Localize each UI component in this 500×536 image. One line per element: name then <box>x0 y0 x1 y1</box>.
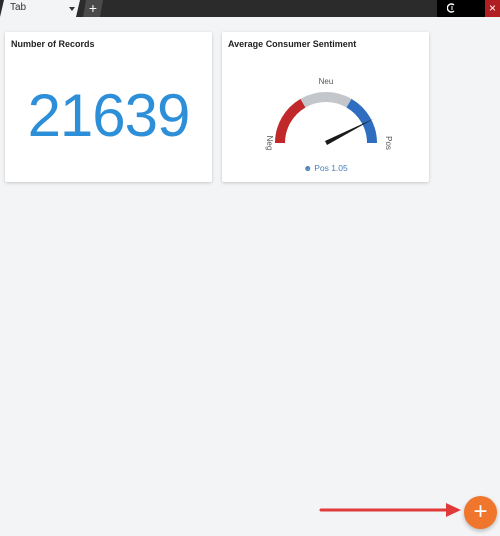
gauge-label-pos: Pos <box>384 136 393 150</box>
gauge-label-neu: Neu <box>319 77 334 86</box>
gauge-arc-pos <box>346 98 377 144</box>
annotation-arrow <box>319 503 461 517</box>
records-count: 21639 <box>27 82 191 149</box>
gauge-arc-neu <box>300 92 352 108</box>
sentiment-gauge: Neu Neg Pos <box>265 77 393 151</box>
gauge-arc-neg <box>275 98 306 144</box>
sentiment-card[interactable]: Average Consumer Sentiment Neu Neg Pos ☻… <box>222 32 429 182</box>
add-widget-button[interactable]: + <box>464 496 497 529</box>
tab-label: Tab <box>10 2 27 13</box>
gauge-value-text: Pos 1.05 <box>314 163 348 173</box>
tab-bar: Tab + × <box>0 0 500 17</box>
smiley-icon: ☻ <box>303 163 313 173</box>
gauge-value-readout: ☻ Pos 1.05 <box>222 163 429 173</box>
records-card[interactable]: Number of Records 21639 <box>5 32 212 182</box>
records-card-title: Number of Records <box>11 39 95 49</box>
add-tab-button[interactable]: + <box>83 0 103 17</box>
gauge-label-neg: Neg <box>265 136 274 151</box>
chevron-down-icon[interactable] <box>69 7 75 11</box>
tab-active[interactable]: Tab <box>0 0 80 17</box>
toolbar-area <box>437 0 485 17</box>
app-icon[interactable] <box>447 3 457 13</box>
close-button[interactable]: × <box>485 0 500 17</box>
